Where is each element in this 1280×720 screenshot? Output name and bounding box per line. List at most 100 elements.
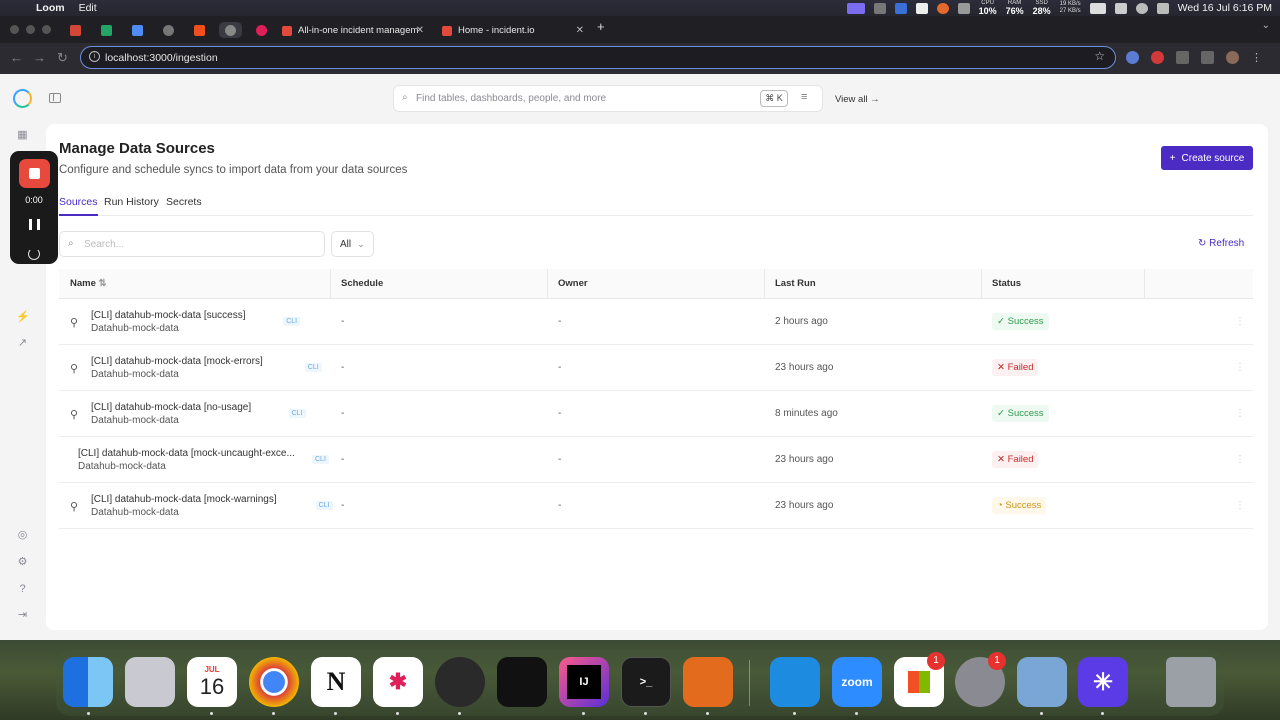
gear-icon[interactable]: ⚙ [16,556,29,569]
tab-incident-management[interactable]: All-in-one incident managem ✕ [272,19,430,42]
reload-icon[interactable]: ↻ [57,50,68,66]
close-tab-icon[interactable]: ✕ [576,25,584,36]
new-tab-icon[interactable]: + [597,19,605,34]
address-bar[interactable]: i localhost:3000/ingestion ☆ [80,46,1116,69]
filter-sliders-icon[interactable]: ≡ [801,91,807,103]
cloud-lock-icon[interactable] [683,657,733,707]
preview-icon[interactable] [1017,657,1067,707]
puzzle-icon[interactable] [1176,51,1189,64]
pinned-tab-active[interactable] [219,22,242,38]
table-row[interactable]: ⚲ [CLI] datahub-mock-data [mock-warnings]… [59,483,1253,529]
source-name[interactable]: [CLI] datahub-mock-data [mock-uncaught-e… [78,448,295,459]
pinned-tab-slack[interactable] [250,22,273,38]
column-header-status[interactable]: Status [992,278,1021,289]
slack-icon[interactable]: ✱ [373,657,423,707]
cpu-stat[interactable]: CPU 10% [979,0,997,16]
help-icon[interactable]: ? [16,583,29,596]
docker-icon[interactable] [770,657,820,707]
finder-icon[interactable] [63,657,113,707]
source-name[interactable]: [CLI] datahub-mock-data [mock-warnings] [91,494,277,505]
row-menu-icon[interactable]: ⋮ [1235,454,1245,465]
terminal-icon[interactable]: >_ [621,657,671,707]
screen-record-icon[interactable] [846,2,865,14]
row-menu-icon[interactable]: ⋮ [1235,500,1245,511]
sidebar-toggle-icon[interactable] [49,93,61,103]
battery-icon[interactable] [1089,2,1106,14]
minimize-window-button[interactable] [26,25,35,34]
logout-icon[interactable]: ⇥ [16,609,29,622]
sources-search-input[interactable]: ⌕ Search... [59,231,325,257]
pinned-tab-sheets[interactable] [95,22,118,38]
column-header-schedule[interactable]: Schedule [341,278,383,289]
trash-icon[interactable] [1166,657,1216,707]
spotlight-search-icon[interactable] [1135,2,1148,14]
menu-edit[interactable]: Edit [79,2,97,14]
linear-icon[interactable] [435,657,485,707]
close-window-button[interactable] [10,25,19,34]
plug-icon[interactable]: ⚡ [16,311,30,324]
tab-run-history[interactable]: Run History [104,196,159,214]
weather-icon[interactable] [957,2,970,14]
back-arrow-icon[interactable]: ← [10,50,23,65]
menubar-clock[interactable]: Wed 16 Jul 6:16 PM [1178,2,1272,14]
column-header-name[interactable]: Name ⇅ [70,278,106,289]
column-header-last-run[interactable]: Last Run [775,278,816,289]
zoom-app-icon[interactable]: zoom [832,657,882,707]
tab-secrets[interactable]: Secrets [166,196,202,214]
intellij-icon[interactable]: IJ [559,657,609,707]
site-info-icon[interactable]: i [89,51,100,62]
wifi-icon[interactable] [1114,2,1127,14]
source-name[interactable]: [CLI] datahub-mock-data [no-usage] [91,402,251,413]
row-menu-icon[interactable]: ⋮ [1235,408,1245,419]
pinned-tab-gmail[interactable] [64,22,87,38]
filter-select[interactable]: All ⌄ [331,231,374,257]
create-source-button[interactable]: + Create source [1161,146,1253,170]
tab-search-chevron-icon[interactable]: ⌄ [1262,20,1270,31]
maximize-window-button[interactable] [42,25,51,34]
calendar-icon[interactable]: JUL 16 [187,657,237,707]
pinned-tab-figma[interactable] [188,22,211,38]
profile-avatar-icon[interactable] [1226,51,1239,64]
refresh-button[interactable]: ↻ Refresh [1198,238,1244,249]
notion-status-icon[interactable] [915,2,928,14]
grid-icon[interactable]: ▦ [16,129,29,142]
view-all-link[interactable]: View all → [835,94,880,105]
user-icon[interactable]: ◎ [16,529,29,542]
forward-arrow-icon[interactable]: → [33,50,46,65]
cube-app-icon[interactable] [497,657,547,707]
tab-incident-home[interactable]: Home - incident.io ✕ [432,19,590,42]
bookmark-star-icon[interactable]: ☆ [1094,49,1105,63]
perplexity-icon[interactable]: ✳ [1078,657,1128,707]
notion-icon[interactable]: N [311,657,361,707]
firefox-status-icon[interactable] [936,2,949,14]
row-menu-icon[interactable]: ⋮ [1235,362,1245,373]
table-row[interactable]: ⚲ [CLI] datahub-mock-data [success] Datahu… [59,299,1253,345]
app-logo-icon[interactable] [13,89,32,108]
zoom-status-icon[interactable] [894,2,907,14]
table-row[interactable]: ⚲ [CLI] datahub-mock-data [no-usage] Datah… [59,391,1253,437]
control-center-icon[interactable] [1156,2,1169,14]
table-row[interactable]: [CLI] datahub-mock-data [mock-uncaught-e… [59,437,1253,483]
table-row[interactable]: ⚲ [CLI] datahub-mock-data [mock-errors] Da… [59,345,1253,391]
pinned-tab-docs[interactable] [126,22,149,38]
column-header-owner[interactable]: Owner [558,278,588,289]
tab-sources[interactable]: Sources [59,196,98,216]
close-tab-icon[interactable]: ✕ [416,25,424,36]
global-search-input[interactable]: ⌕ Find tables, dashboards, people, and m… [393,85,823,112]
launchpad-icon[interactable] [125,657,175,707]
ssd-stat[interactable]: SSD 28% [1033,0,1051,16]
row-menu-icon[interactable]: ⋮ [1235,316,1245,327]
download-icon[interactable] [1201,51,1214,64]
password-manager-icon[interactable] [1126,51,1139,64]
extension-icon[interactable] [1151,51,1164,64]
pause-icon[interactable] [29,219,40,230]
status-app-icon[interactable] [873,2,886,14]
app-name-menu[interactable]: Loom [36,2,65,14]
trending-icon[interactable]: ↗ [16,337,29,350]
pinned-tab-loading[interactable] [157,22,180,38]
more-menu-icon[interactable]: ⋮ [1251,51,1264,64]
restart-icon[interactable] [28,248,40,260]
ram-stat[interactable]: RAM 76% [1006,0,1024,16]
stop-recording-button[interactable] [19,159,50,188]
network-stat[interactable]: 19 KB/s 27 KB/s [1060,1,1081,15]
